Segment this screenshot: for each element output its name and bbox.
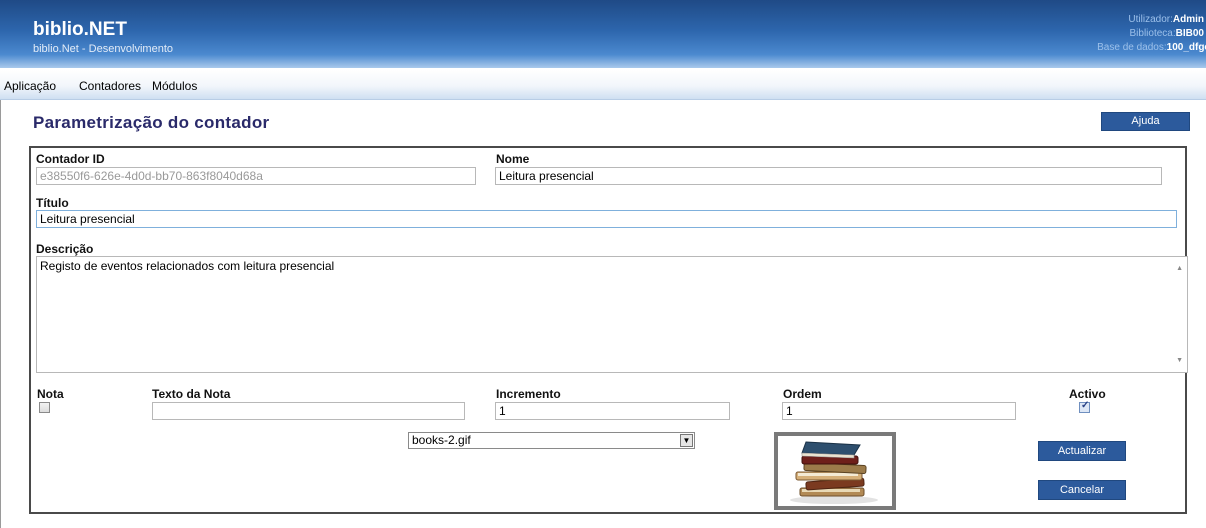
user-label: Utilizador: [1128, 14, 1173, 25]
nome-label: Nome [496, 152, 530, 166]
ordem-field[interactable]: 1 [782, 402, 1016, 420]
app-header: biblio.NET biblio.Net - Desenvolvimento … [0, 0, 1206, 68]
menu-item-modulos[interactable]: Módulos [152, 79, 197, 93]
activo-checkbox[interactable] [1079, 400, 1090, 413]
library-value: BIB00 [1175, 28, 1204, 39]
texto-nota-field[interactable] [152, 402, 465, 420]
cancel-button[interactable]: Cancelar [1038, 480, 1126, 500]
app-subtitle: biblio.Net - Desenvolvimento [33, 43, 174, 55]
page-border [0, 100, 1, 528]
ordem-label: Ordem [783, 387, 822, 401]
nota-checkbox[interactable] [39, 402, 50, 413]
contador-id-field: e38550f6-626e-4d0d-bb70-863f8040d68a [36, 167, 476, 185]
scroll-up-icon[interactable]: ▲ [1176, 262, 1183, 275]
database-info: Base de dados:100_dfgc [1097, 42, 1206, 53]
database-label: Base de dados: [1097, 42, 1167, 53]
descricao-textarea[interactable]: Registo de eventos relacionados com leit… [36, 256, 1188, 373]
titulo-field[interactable]: Leitura presencial [36, 210, 1177, 228]
incremento-field[interactable]: 1 [495, 402, 730, 420]
menu-bar: Aplicação Contadores Módulos [0, 70, 1206, 100]
incremento-label: Incremento [496, 387, 561, 401]
menu-item-contadores[interactable]: Contadores [79, 79, 141, 93]
descricao-text: Registo de eventos relacionados com leit… [40, 259, 335, 273]
image-select-value: books-2.gif [412, 433, 471, 447]
page-title: Parametrização do contador [33, 113, 270, 132]
library-label: Biblioteca: [1129, 28, 1176, 39]
menu-item-aplicacao[interactable]: Aplicação [4, 79, 56, 93]
help-button[interactable]: Ajuda [1101, 112, 1190, 131]
scroll-down-icon[interactable]: ▼ [1176, 354, 1183, 367]
texto-nota-label: Texto da Nota [152, 387, 231, 401]
library-info: Biblioteca:BIB00 [1130, 28, 1205, 39]
activo-label: Activo [1069, 387, 1106, 401]
titulo-label: Título [36, 196, 69, 210]
nota-label: Nota [37, 387, 64, 401]
image-select[interactable]: books-2.gif ▼ [408, 432, 695, 449]
chevron-down-icon[interactable]: ▼ [680, 434, 693, 447]
app-title: biblio.NET [33, 19, 127, 40]
descricao-label: Descrição [36, 242, 94, 256]
image-preview [774, 432, 896, 510]
update-button[interactable]: Actualizar [1038, 441, 1126, 461]
database-value: 100_dfgc [1166, 42, 1206, 53]
user-info: Utilizador:Admin [1128, 14, 1204, 25]
books-stack-icon [790, 441, 878, 504]
nome-field[interactable]: Leitura presencial [495, 167, 1162, 185]
user-value: Admin [1172, 14, 1204, 25]
contador-id-label: Contador ID [36, 152, 105, 166]
